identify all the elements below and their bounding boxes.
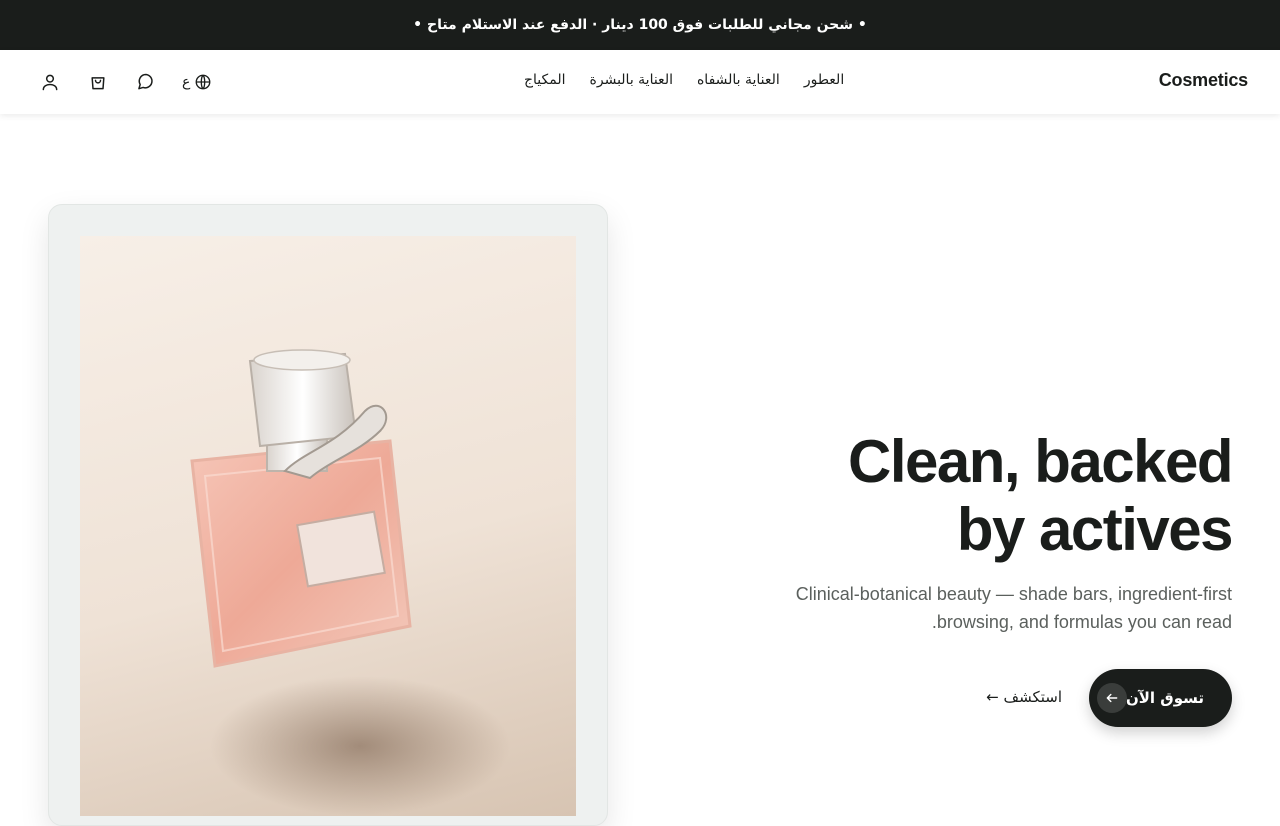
announcement-bar: • شحن مجاني للطلبات فوق 100 دينار · الدف… bbox=[0, 0, 1280, 50]
hero-title-line1: Clean, backed bbox=[847, 428, 1234, 495]
perfume-photo bbox=[80, 236, 576, 816]
nav-skincare[interactable]: العناية بالبشرة bbox=[590, 72, 673, 88]
chat-icon bbox=[138, 73, 153, 90]
cart-button[interactable] bbox=[86, 70, 110, 94]
header-tools: ع bbox=[38, 70, 212, 94]
brand-logo[interactable]: Cosmetics bbox=[1159, 70, 1248, 91]
hero-image-card bbox=[48, 204, 608, 826]
shop-now-button[interactable]: تسوق الآن bbox=[1089, 669, 1232, 727]
explore-link[interactable]: استكشف ← bbox=[986, 688, 1062, 706]
user-icon bbox=[42, 74, 58, 91]
cart-icon bbox=[91, 77, 105, 90]
main-nav: المكياج العناية بالبشرة العناية بالشفاه … bbox=[524, 72, 844, 88]
hero-title: Clean, backed by actives bbox=[712, 428, 1234, 564]
hero-subtitle: Clinical-botanical beauty — shade bars, … bbox=[795, 584, 1232, 632]
nav-fragrance[interactable]: العطور bbox=[804, 72, 844, 88]
hero-title-line2: by actives bbox=[956, 496, 1234, 563]
language-switcher[interactable]: ع bbox=[182, 73, 212, 91]
shop-now-label: تسوق الآن bbox=[1125, 689, 1204, 707]
perfume-bottle-illustration bbox=[190, 349, 510, 816]
chat-button[interactable] bbox=[134, 70, 158, 94]
nav-lipcare[interactable]: العناية بالشفاه bbox=[697, 72, 780, 88]
globe-icon bbox=[195, 74, 211, 90]
account-button[interactable] bbox=[38, 70, 62, 94]
announcement-text: • شحن مجاني للطلبات فوق 100 دينار · الدف… bbox=[413, 17, 867, 33]
arrow-left-icon bbox=[1097, 683, 1127, 713]
language-label: ع bbox=[182, 74, 191, 90]
navbar: Cosmetics المكياج العناية بالبشرة العناي… bbox=[0, 50, 1280, 114]
nav-makeup[interactable]: المكياج bbox=[524, 72, 566, 88]
